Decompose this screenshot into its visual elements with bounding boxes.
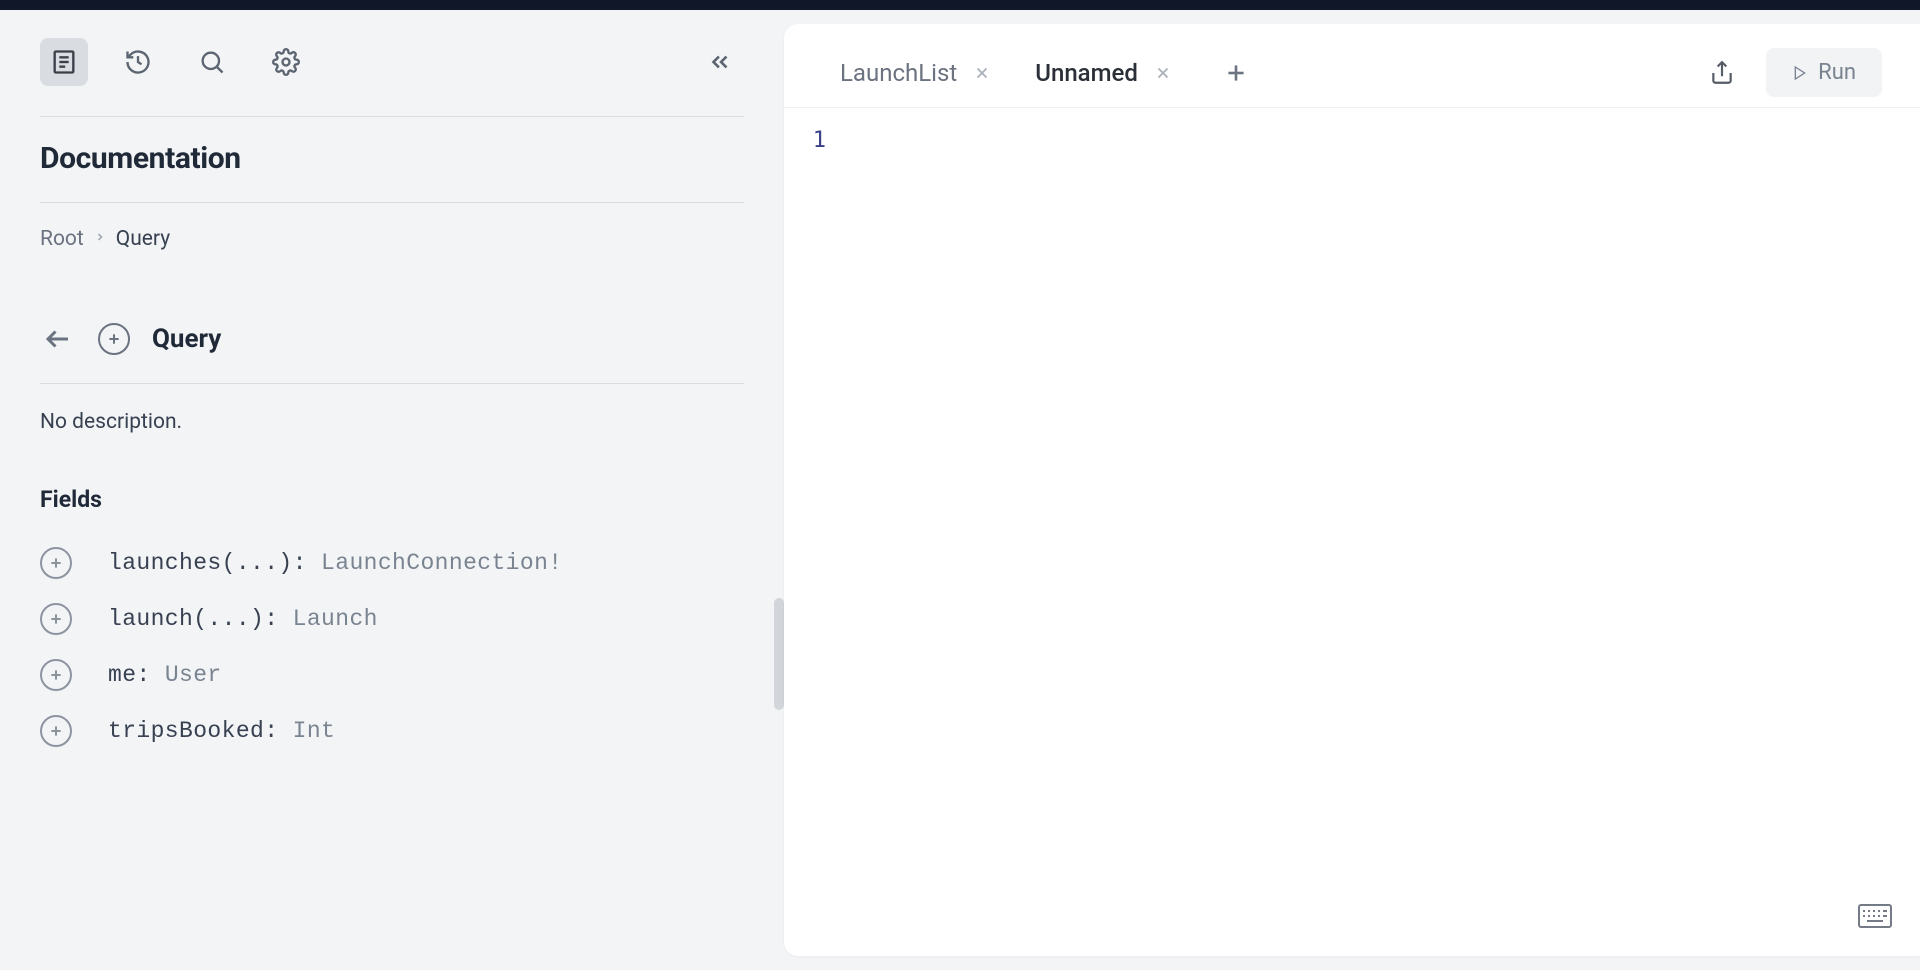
history-icon[interactable] bbox=[114, 38, 162, 86]
close-icon[interactable] bbox=[1154, 64, 1172, 82]
tab-label: Unnamed bbox=[1035, 59, 1138, 87]
gear-icon[interactable] bbox=[262, 38, 310, 86]
search-icon[interactable] bbox=[188, 38, 236, 86]
run-button-label: Run bbox=[1818, 60, 1856, 85]
field-signature[interactable]: tripsBooked: Int bbox=[108, 718, 335, 744]
field-row[interactable]: launch(...): Launch bbox=[40, 591, 744, 647]
run-button[interactable]: Run bbox=[1766, 48, 1882, 97]
code-editor[interactable]: 1 bbox=[784, 108, 1920, 956]
field-row[interactable]: launches(...): LaunchConnection! bbox=[40, 535, 744, 591]
keyboard-icon[interactable] bbox=[1858, 904, 1892, 932]
collapse-sidebar-icon[interactable] bbox=[696, 38, 744, 86]
docs-icon[interactable] bbox=[40, 38, 88, 86]
docs-title: Documentation bbox=[40, 141, 744, 176]
add-type-button[interactable] bbox=[98, 323, 130, 355]
share-icon[interactable] bbox=[1702, 53, 1742, 93]
tab-unnamed[interactable]: Unnamed bbox=[1017, 51, 1190, 95]
breadcrumb-current: Query bbox=[116, 227, 170, 251]
add-tab-button[interactable] bbox=[1216, 53, 1256, 93]
editor-panel: LaunchList Unnamed Run 1 bbox=[784, 24, 1920, 956]
scrollbar-thumb[interactable] bbox=[774, 598, 784, 710]
tab-launchlist[interactable]: LaunchList bbox=[822, 51, 1009, 95]
app-topbar bbox=[0, 0, 1920, 10]
type-description: No description. bbox=[40, 384, 744, 460]
close-icon[interactable] bbox=[973, 64, 991, 82]
breadcrumb-root[interactable]: Root bbox=[40, 227, 84, 251]
back-arrow-icon[interactable] bbox=[40, 321, 76, 357]
fields-heading: Fields bbox=[40, 460, 744, 535]
line-number: 1 bbox=[784, 124, 826, 158]
field-row[interactable]: tripsBooked: Int bbox=[40, 703, 744, 759]
field-signature[interactable]: launches(...): LaunchConnection! bbox=[108, 550, 563, 576]
chevron-right-icon bbox=[94, 231, 106, 247]
tab-label: LaunchList bbox=[840, 59, 957, 87]
tab-bar: LaunchList Unnamed Run bbox=[784, 24, 1920, 108]
field-row[interactable]: me: User bbox=[40, 647, 744, 703]
add-field-button[interactable] bbox=[40, 659, 72, 691]
docs-sidebar: Documentation Root Query Query No descri… bbox=[0, 10, 784, 970]
field-signature[interactable]: me: User bbox=[108, 662, 222, 688]
breadcrumb: Root Query bbox=[40, 202, 744, 271]
add-field-button[interactable] bbox=[40, 715, 72, 747]
field-signature[interactable]: launch(...): Launch bbox=[108, 606, 378, 632]
add-field-button[interactable] bbox=[40, 547, 72, 579]
add-field-button[interactable] bbox=[40, 603, 72, 635]
type-name: Query bbox=[152, 324, 221, 354]
